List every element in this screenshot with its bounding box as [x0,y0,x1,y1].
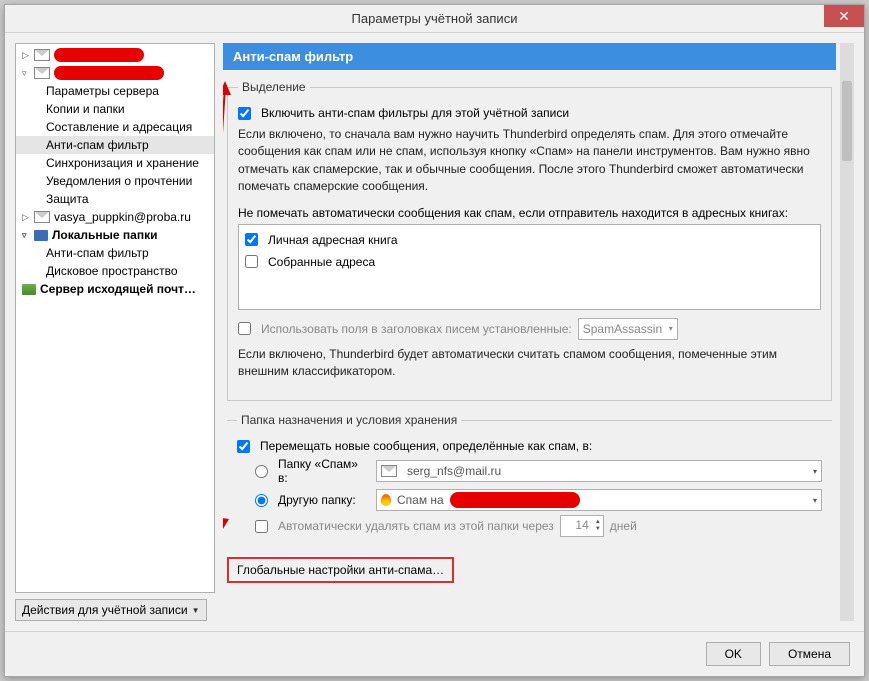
mail-icon [34,49,50,61]
whitelist-label: Не помечать автоматически сообщения как … [238,206,821,220]
chevron-down-icon: ▼ [192,606,200,615]
redacted-account [54,66,164,80]
selection-legend: Выделение [238,80,310,94]
book-personal-label: Личная адресная книга [268,233,398,247]
account-2[interactable]: ▷ vasya_puppkin@proba.ru [16,208,214,226]
accounts-tree[interactable]: ▷ ▿ Параметры сервера Копии и папки Сост… [15,43,215,593]
selection-group: Выделение Включить анти-спам фильтры для… [227,80,832,401]
folder-icon [34,230,48,241]
redacted-folder [450,492,580,508]
autodelete-days-spinbox[interactable]: 14 [560,515,604,537]
destination-legend: Папка назначения и условия хранения [237,413,461,427]
trust-headers-label: Использовать поля в заголовках писем уст… [261,322,572,336]
dest-junk-folder-label: Папку «Спам» в: [278,457,370,485]
move-junk-label: Перемещать новые сообщения, определённые… [260,439,592,453]
trust-description: Если включено, Thunderbird будет автомат… [238,346,821,381]
flame-icon [381,494,391,506]
tree-sub-compose[interactable]: Составление и адресация [16,118,214,136]
chevron-down-icon: ▾ [669,324,673,333]
address-book-list[interactable]: Личная адресная книга Собранные адреса [238,224,821,310]
accounts-sidebar: ▷ ▿ Параметры сервера Копии и папки Сост… [15,43,215,621]
twisty-icon: ▷ [22,212,32,223]
destination-group: Папка назначения и условия хранения Пере… [227,413,832,551]
scrollbar-thumb[interactable] [842,81,852,161]
redacted-account [54,48,144,62]
chevron-down-icon: ▾ [813,496,817,505]
move-junk-checkbox[interactable] [237,440,250,453]
local-folders[interactable]: ▿ Локальные папки [16,226,214,244]
twisty-icon: ▷ [22,50,32,61]
titlebar: Параметры учётной записи ✕ [5,5,864,33]
window-title: Параметры учётной записи [5,11,864,26]
book-personal-checkbox[interactable] [245,233,258,246]
trust-headers-checkbox[interactable] [238,322,251,335]
tree-sub-copies[interactable]: Копии и папки [16,100,214,118]
tree-sub-server[interactable]: Параметры сервера [16,82,214,100]
mail-icon [34,211,50,223]
twisty-icon: ▿ [22,68,32,79]
tree-sub-sync[interactable]: Синхронизация и хранение [16,154,214,172]
local-junk[interactable]: Анти-спам фильтр [16,244,214,262]
tree-sub-security[interactable]: Защита [16,190,214,208]
tree-sub-junk[interactable]: Анти-спам фильтр [16,136,214,154]
enable-junk-checkbox[interactable] [238,107,251,120]
dest-other-folder-label: Другую папку: [278,493,370,507]
local-disk[interactable]: Дисковое пространство [16,262,214,280]
chevron-down-icon: ▾ [813,467,817,476]
dest-other-folder-combo[interactable]: Спам на ▾ [376,489,822,511]
mail-icon [34,67,50,79]
enable-junk-label: Включить анти-спам фильтры для этой учёт… [261,106,569,120]
book-collected-checkbox[interactable] [245,255,258,268]
outgoing-server[interactable]: Сервер исходящей почт… [16,280,214,298]
dest-junk-folder-radio[interactable] [255,465,268,478]
close-button[interactable]: ✕ [824,5,864,27]
tree-sub-receipts[interactable]: Уведомления о прочтении [16,172,214,190]
junk-description: Если включено, то сначала вам нужно науч… [238,126,821,196]
account-1[interactable]: ▷ [16,46,214,64]
days-suffix: дней [610,519,637,533]
account-1b[interactable]: ▿ [16,64,214,82]
panel-title: Анти-спам фильтр [223,43,836,70]
autodelete-label: Автоматически удалять спам из этой папки… [278,519,554,533]
cancel-button[interactable]: Отмена [769,642,850,666]
dest-other-folder-radio[interactable] [255,494,268,507]
twisty-icon: ▿ [22,230,32,241]
ok-button[interactable]: OK [706,642,761,666]
server-icon [22,284,36,295]
account-actions-button[interactable]: Действия для учётной записи ▼ [15,599,207,621]
autodelete-checkbox[interactable] [255,520,268,533]
dialog-footer: OK Отмена [5,631,864,676]
account-settings-window: Параметры учётной записи ✕ ▷ ▿ Параметры… [4,4,865,677]
dest-junk-account-combo[interactable]: serg_nfs@mail.ru ▾ [376,460,822,482]
main-panel: Анти-спам фильтр Выделение Включить анти… [223,43,854,621]
trust-classifier-combo[interactable]: SpamAssassin ▾ [578,318,678,340]
book-collected-label: Собранные адреса [268,255,375,269]
mail-icon [381,465,397,477]
global-junk-settings-button[interactable]: Глобальные настройки анти-спама… [227,557,454,583]
